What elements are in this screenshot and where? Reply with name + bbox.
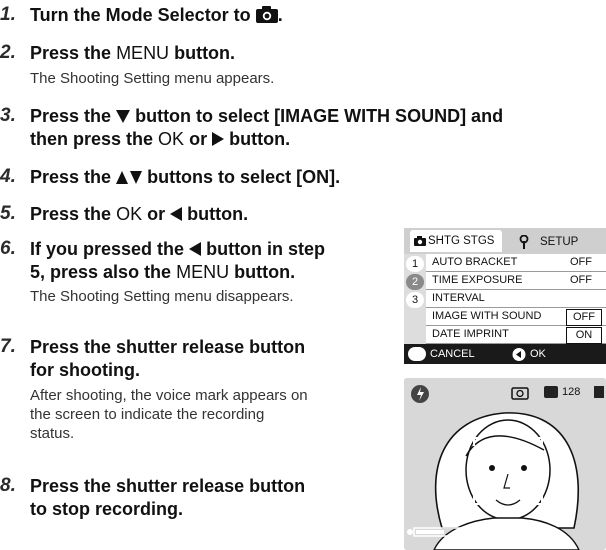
step-heading: Press the buttons to select [ON]. (30, 167, 341, 187)
ok-key: OK (158, 129, 185, 149)
step-number: 8. (0, 475, 16, 496)
step-heading: Press the shutter release button (30, 337, 306, 357)
step-number: 6. (0, 238, 16, 259)
step-number: 7. (0, 336, 16, 357)
up-down-arrows-icon (116, 171, 143, 184)
page-indicator-3: 3 (406, 292, 424, 308)
left-arrow-icon (170, 207, 183, 221)
ok-key: OK (116, 204, 143, 224)
menu-row-date-imprint: DATE IMPRINT ON (426, 326, 606, 344)
preview-scene (404, 378, 606, 550)
down-arrow-icon (116, 110, 131, 123)
menu-list: 1 2 3 AUTO BRACKET OFF TIME EXPOSURE OFF I… (404, 254, 606, 344)
left-arrow-icon (512, 348, 526, 361)
option-on: ON (566, 327, 602, 344)
step-number: 4. (0, 166, 16, 187)
step-heading: Press the shutter release button (30, 476, 306, 496)
tab-shooting-settings: SHTG STGS (410, 230, 502, 252)
option-off: OFF (566, 309, 602, 326)
step-note: The Shooting Setting menu disappears. (30, 288, 294, 305)
step-heading-line2: to stop recording. (30, 499, 183, 519)
menu-footer: CANCEL OK (404, 344, 606, 364)
left-arrow-icon (189, 242, 202, 256)
menu-row-image-with-sound: IMAGE WITH SOUND OFF (426, 308, 606, 326)
menu-row-interval: INTERVAL (426, 290, 606, 308)
camera-mode-icon (255, 6, 278, 23)
step-heading-line2: 5, press also the MENU button. (30, 262, 296, 282)
menu-key: MENU (116, 43, 170, 63)
menu-tab-bar: SHTG STGS SETUP (404, 228, 606, 254)
step-heading-line2: for shooting. (30, 360, 140, 380)
shooting-setting-menu-screen: SHTG STGS SETUP 1 2 3 AUTO BRACKET OFF TI… (404, 228, 606, 364)
step-number: 2. (0, 42, 16, 63)
menu-key: MENU (176, 262, 230, 282)
menu-row-auto-bracket: AUTO BRACKET OFF (426, 254, 606, 272)
step-note-line1: After shooting, the voice mark appears o… (30, 387, 308, 404)
tab-setup: SETUP (510, 232, 606, 252)
shooting-preview-screen: 128 (404, 378, 606, 550)
step-number: 1. (0, 4, 16, 25)
menu-row-time-exposure: TIME EXPOSURE OFF (426, 272, 606, 290)
step-note-line3: status. (30, 425, 75, 442)
step-heading: Press the OK or button. (30, 204, 249, 224)
step-heading: If you pressed the button in step (30, 239, 326, 259)
step-note: The Shooting Setting menu appears. (30, 70, 275, 87)
step-heading: Turn the Mode Selector to . (30, 5, 283, 25)
remaining-shots-counter: 128 (562, 386, 581, 398)
page-indicator-1: 1 (406, 256, 424, 272)
right-arrow-icon (212, 132, 225, 146)
step-number: 5. (0, 203, 16, 224)
wrench-icon (519, 235, 529, 249)
camera-icon (414, 236, 426, 246)
menu-button-icon (408, 347, 426, 361)
step-note-line2: the screen to indicate the recording (30, 406, 265, 423)
step-number: 3. (0, 105, 16, 126)
step-heading-line2: then press the OK or button. (30, 129, 291, 149)
step-heading: Press the button to select [IMAGE WITH S… (30, 106, 504, 126)
page-indicator-2: 2 (406, 274, 424, 290)
step-heading: Press the MENU button. (30, 43, 236, 63)
